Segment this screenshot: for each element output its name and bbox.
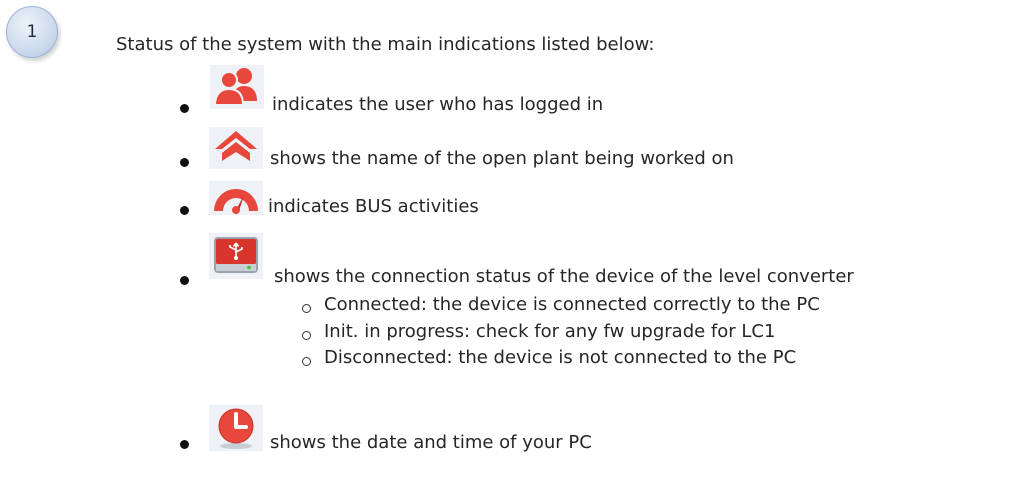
step-number-badge: 1	[6, 6, 58, 58]
bullet	[180, 104, 189, 113]
sub-bullet	[302, 357, 311, 366]
home-icon	[208, 126, 264, 170]
intro-text: Status of the system with the main indic…	[116, 34, 655, 55]
bullet	[180, 158, 189, 167]
sub-item-text: Init. in progress: check for any fw upgr…	[324, 321, 776, 342]
bullet	[180, 276, 189, 285]
item-text-home: shows the name of the open plant being w…	[270, 148, 734, 169]
bullet	[180, 206, 189, 215]
sub-item-text: Connected: the device is connected corre…	[324, 294, 820, 315]
clock-icon	[208, 404, 264, 452]
users-icon	[208, 64, 266, 110]
usb-drive-icon	[208, 232, 264, 280]
item-text-clock: shows the date and time of your PC	[270, 432, 592, 453]
item-text-usb: shows the connection status of the devic…	[274, 266, 854, 287]
bullet	[180, 440, 189, 449]
sub-item-text: Disconnected: the device is not connecte…	[324, 347, 797, 368]
sub-bullet	[302, 304, 311, 313]
sub-bullet	[302, 331, 311, 340]
step-number: 1	[26, 22, 38, 42]
gauge-icon	[208, 180, 264, 216]
item-text-users: indicates the user who has logged in	[272, 94, 604, 115]
item-text-gauge: indicates BUS activities	[268, 196, 479, 217]
